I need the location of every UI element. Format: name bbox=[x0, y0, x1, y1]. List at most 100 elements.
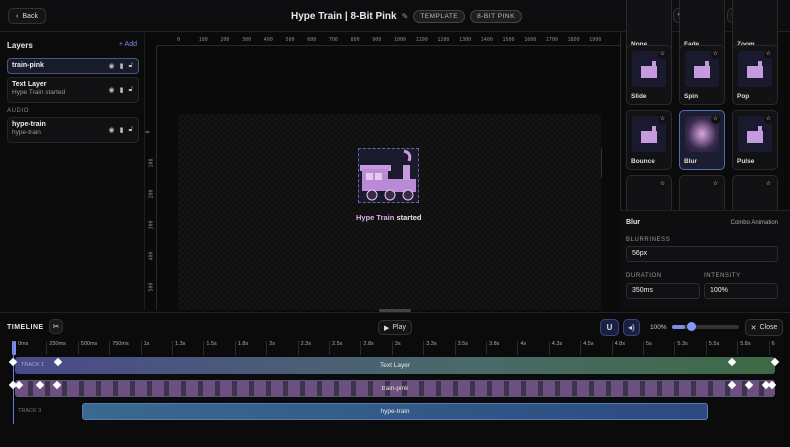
animation-tile-bounce[interactable]: ☆ Bounce bbox=[626, 110, 672, 170]
favorite-star-icon[interactable]: ☆ bbox=[658, 180, 667, 189]
ruler-label: 1500 bbox=[502, 37, 515, 43]
timeline-tick-label: 5s bbox=[643, 341, 652, 355]
animation-label: Pulse bbox=[737, 158, 755, 165]
intensity-input[interactable]: 100% bbox=[704, 283, 778, 299]
layer-item[interactable]: Text Layer Hype Train started ◉ ▮ 🔓︎ bbox=[7, 77, 139, 103]
add-layer-button[interactable]: + Add bbox=[119, 41, 137, 48]
favorite-star-icon[interactable]: ☆ bbox=[764, 115, 773, 124]
timeline-tick-label: 4.5s bbox=[580, 341, 594, 355]
ruler-label: 0 bbox=[145, 130, 152, 134]
ruler-label: 300 bbox=[242, 37, 252, 43]
lock-icon[interactable]: 🔓︎ bbox=[128, 86, 133, 94]
animation-tile-slide[interactable]: ☆ Slide bbox=[626, 45, 672, 105]
zoom-level: 100% bbox=[650, 324, 667, 331]
hype-train-audio-clip[interactable]: hype-train bbox=[82, 403, 708, 420]
animation-label: Spin bbox=[684, 93, 699, 100]
play-button[interactable]: ▶ Play bbox=[378, 320, 412, 335]
animation-tile-pop[interactable]: ☆ Pop bbox=[732, 45, 778, 105]
trash-icon[interactable]: ▮ bbox=[120, 62, 124, 70]
ruler-label: 1100 bbox=[415, 37, 428, 43]
ruler-label: 1900 bbox=[589, 37, 602, 43]
timeline-tick-label: 3s bbox=[391, 341, 401, 355]
canvas-text-layer[interactable]: Hype Train started bbox=[356, 213, 421, 222]
timeline-tick-label: 500ms bbox=[77, 341, 97, 355]
blurriness-input[interactable]: 56px bbox=[626, 246, 778, 262]
ruler-label: 0 bbox=[177, 37, 181, 43]
ruler-label: 100 bbox=[148, 158, 155, 168]
layer-item[interactable]: train-pink ◉ ▮ 🔓︎ bbox=[7, 58, 139, 74]
close-timeline-button[interactable]: ✕ Close bbox=[745, 319, 783, 336]
eye-icon[interactable]: ◉ bbox=[108, 86, 114, 94]
trash-icon[interactable]: ▮ bbox=[120, 126, 124, 134]
ruler-label: 500 bbox=[285, 37, 295, 43]
timeline-tick-label: 1.3s bbox=[172, 341, 185, 355]
timeline-tick-label: 3.3s bbox=[423, 341, 437, 355]
animation-tile-pulse[interactable]: ☆ Pulse bbox=[732, 110, 778, 170]
animation-settings: Blur Combo Animation BLURRINESS 56px DUR… bbox=[620, 210, 790, 310]
track-label: TRACK 3 bbox=[18, 408, 42, 414]
volume-icon[interactable]: ◂) bbox=[623, 319, 640, 336]
timeline-tick-label: 250ms bbox=[46, 341, 66, 355]
edit-pencil-icon[interactable]: ✎ bbox=[402, 12, 409, 21]
timeline-tick-label: 5.3s bbox=[674, 341, 688, 355]
eye-icon[interactable]: ◉ bbox=[108, 126, 114, 134]
timeline-tick-label: 2s bbox=[266, 341, 275, 355]
blurriness-label: BLURRINESS bbox=[626, 237, 671, 243]
animation-label: Blur bbox=[684, 158, 697, 165]
back-button[interactable]: ‹ Back bbox=[8, 8, 46, 24]
ruler-label: 600 bbox=[307, 37, 317, 43]
ruler-label: 400 bbox=[263, 37, 273, 43]
timeline-tick-label: 3.8s bbox=[486, 341, 499, 355]
ruler-label: 1600 bbox=[524, 37, 537, 43]
timeline-tick-label: 2.8s bbox=[360, 341, 374, 355]
layers-title: Layers bbox=[7, 41, 33, 50]
favorite-star-icon[interactable]: ☆ bbox=[711, 50, 720, 59]
animation-tile-blur[interactable]: ☆ Blur bbox=[679, 110, 725, 170]
audio-layer-item[interactable]: hype-train hype-train ◉ ▮ 🔓︎ bbox=[7, 117, 139, 143]
favorite-star-icon[interactable]: ☆ bbox=[711, 180, 720, 189]
favorite-star-icon[interactable]: ☆ bbox=[764, 50, 773, 59]
ruler-label: 1700 bbox=[545, 37, 558, 43]
favorite-star-icon[interactable]: ☆ bbox=[711, 115, 720, 124]
text-layer-clip[interactable]: Text Layer bbox=[15, 357, 775, 374]
lock-icon[interactable]: 🔓︎ bbox=[128, 62, 133, 70]
ruler-label: 400 bbox=[148, 251, 155, 261]
timeline-tick-label: 1s bbox=[140, 341, 149, 355]
train-pink-image[interactable] bbox=[358, 148, 419, 203]
favorite-star-icon[interactable]: ☆ bbox=[658, 50, 667, 59]
timeline-tick-label: 1.5s bbox=[203, 341, 217, 355]
lock-icon[interactable]: 🔓︎ bbox=[128, 126, 133, 134]
timeline-tick-label: 5.8s bbox=[737, 341, 751, 355]
page-title: Hype Train | 8-Bit Pink bbox=[291, 11, 397, 22]
animation-tile-spin[interactable]: ☆ Spin bbox=[679, 45, 725, 105]
track-label: TRACK 1 bbox=[21, 362, 45, 368]
magnet-snap-icon[interactable]: U bbox=[600, 319, 619, 336]
zoom-slider[interactable] bbox=[672, 322, 739, 331]
ruler-label: 200 bbox=[148, 189, 155, 199]
timeline-tick-label: 4.8s bbox=[611, 341, 625, 355]
scissors-icon[interactable]: ✂ bbox=[49, 319, 63, 334]
ruler-label: 1000 bbox=[394, 37, 407, 43]
animation-label: Pop bbox=[737, 93, 750, 100]
ruler-label: 1200 bbox=[437, 37, 450, 43]
ruler-label: 700 bbox=[328, 37, 338, 43]
timeline-tick-label: 1.8s bbox=[234, 341, 248, 355]
trash-icon[interactable]: ▮ bbox=[120, 86, 124, 94]
eye-icon[interactable]: ◉ bbox=[108, 62, 114, 70]
stage-canvas: Hype Train started bbox=[178, 114, 601, 310]
settings-type: Combo Animation bbox=[730, 220, 778, 226]
animation-label: Bounce bbox=[631, 158, 655, 165]
timeline-tick-label: 4.3s bbox=[548, 341, 562, 355]
train-pink-clip[interactable]: train-pink bbox=[15, 380, 775, 397]
duration-input[interactable]: 350ms bbox=[626, 283, 700, 299]
favorite-star-icon[interactable]: ☆ bbox=[658, 115, 667, 124]
play-icon: ▶ bbox=[383, 324, 390, 332]
intensity-label: INTENSITY bbox=[704, 273, 741, 279]
timeline-tick-label: 3.5s bbox=[454, 341, 468, 355]
layers-panel: Layers + Add train-pink ◉ ▮ 🔓︎ Text Layer … bbox=[0, 33, 145, 310]
top-ruler: 0 100 200 300 400 500 600 700 800 900 1000 1100 1200… bbox=[157, 36, 620, 46]
train-icon bbox=[360, 149, 416, 201]
ruler-label: 800 bbox=[350, 37, 360, 43]
ruler-label: 200 bbox=[220, 37, 230, 43]
favorite-star-icon[interactable]: ☆ bbox=[764, 180, 773, 189]
